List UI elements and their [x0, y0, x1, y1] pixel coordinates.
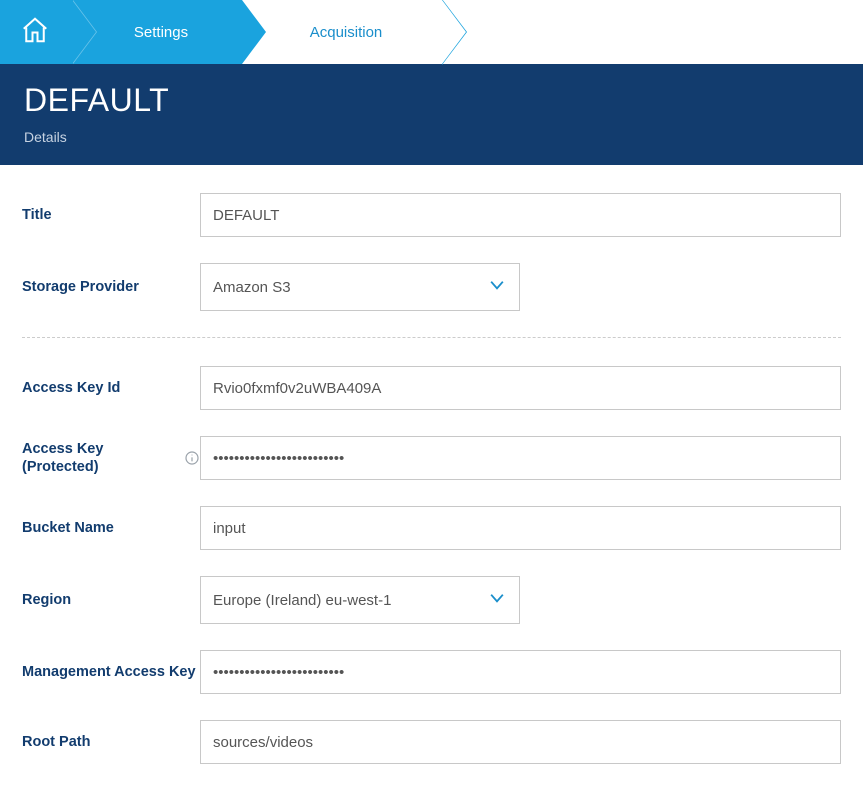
page-title: DEFAULT [24, 82, 839, 119]
breadcrumb-settings[interactable]: Settings [72, 0, 242, 64]
row-root-path: Root Path [22, 720, 841, 764]
row-bucket-name: Bucket Name [22, 506, 841, 550]
breadcrumb-acquisition[interactable]: Acquisition [242, 0, 442, 64]
breadcrumb-home[interactable] [0, 0, 72, 64]
info-icon[interactable] [184, 450, 200, 466]
row-region: Region Europe (Ireland) eu-west-1 [22, 576, 841, 624]
access-key-id-input[interactable] [200, 366, 841, 410]
label-access-key-protected: Access Key (Protected) [22, 440, 200, 476]
page-subtitle: Details [24, 129, 839, 145]
chevron-down-icon [487, 588, 507, 612]
row-management-access-key: Management Access Key [22, 650, 841, 694]
row-access-key-id: Access Key Id [22, 366, 841, 410]
page-header: DEFAULT Details [0, 64, 863, 165]
chevron-down-icon [487, 275, 507, 299]
breadcrumb-settings-label: Settings [134, 24, 188, 41]
label-region: Region [22, 591, 200, 609]
region-select[interactable]: Europe (Ireland) eu-west-1 [200, 576, 520, 624]
bucket-name-input[interactable] [200, 506, 841, 550]
region-value: Europe (Ireland) eu-west-1 [213, 592, 391, 609]
breadcrumb: Settings Acquisition [0, 0, 863, 64]
access-key-protected-input[interactable] [200, 436, 841, 480]
label-root-path: Root Path [22, 733, 200, 751]
storage-provider-select[interactable]: Amazon S3 [200, 263, 520, 311]
label-management-access-key: Management Access Key [22, 663, 200, 681]
home-icon [20, 15, 50, 49]
row-access-key-protected: Access Key (Protected) [22, 436, 841, 480]
label-title: Title [22, 206, 200, 224]
label-bucket-name: Bucket Name [22, 519, 200, 537]
section-divider [22, 337, 841, 338]
row-title: Title [22, 193, 841, 237]
management-access-key-input[interactable] [200, 650, 841, 694]
storage-provider-value: Amazon S3 [213, 279, 291, 296]
row-storage-provider: Storage Provider Amazon S3 [22, 263, 841, 311]
title-input[interactable] [200, 193, 841, 237]
breadcrumb-acquisition-label: Acquisition [310, 24, 383, 41]
root-path-input[interactable] [200, 720, 841, 764]
label-access-key-id: Access Key Id [22, 379, 200, 397]
form: Title Storage Provider Amazon S3 Access … [0, 165, 863, 800]
label-storage-provider: Storage Provider [22, 278, 200, 296]
